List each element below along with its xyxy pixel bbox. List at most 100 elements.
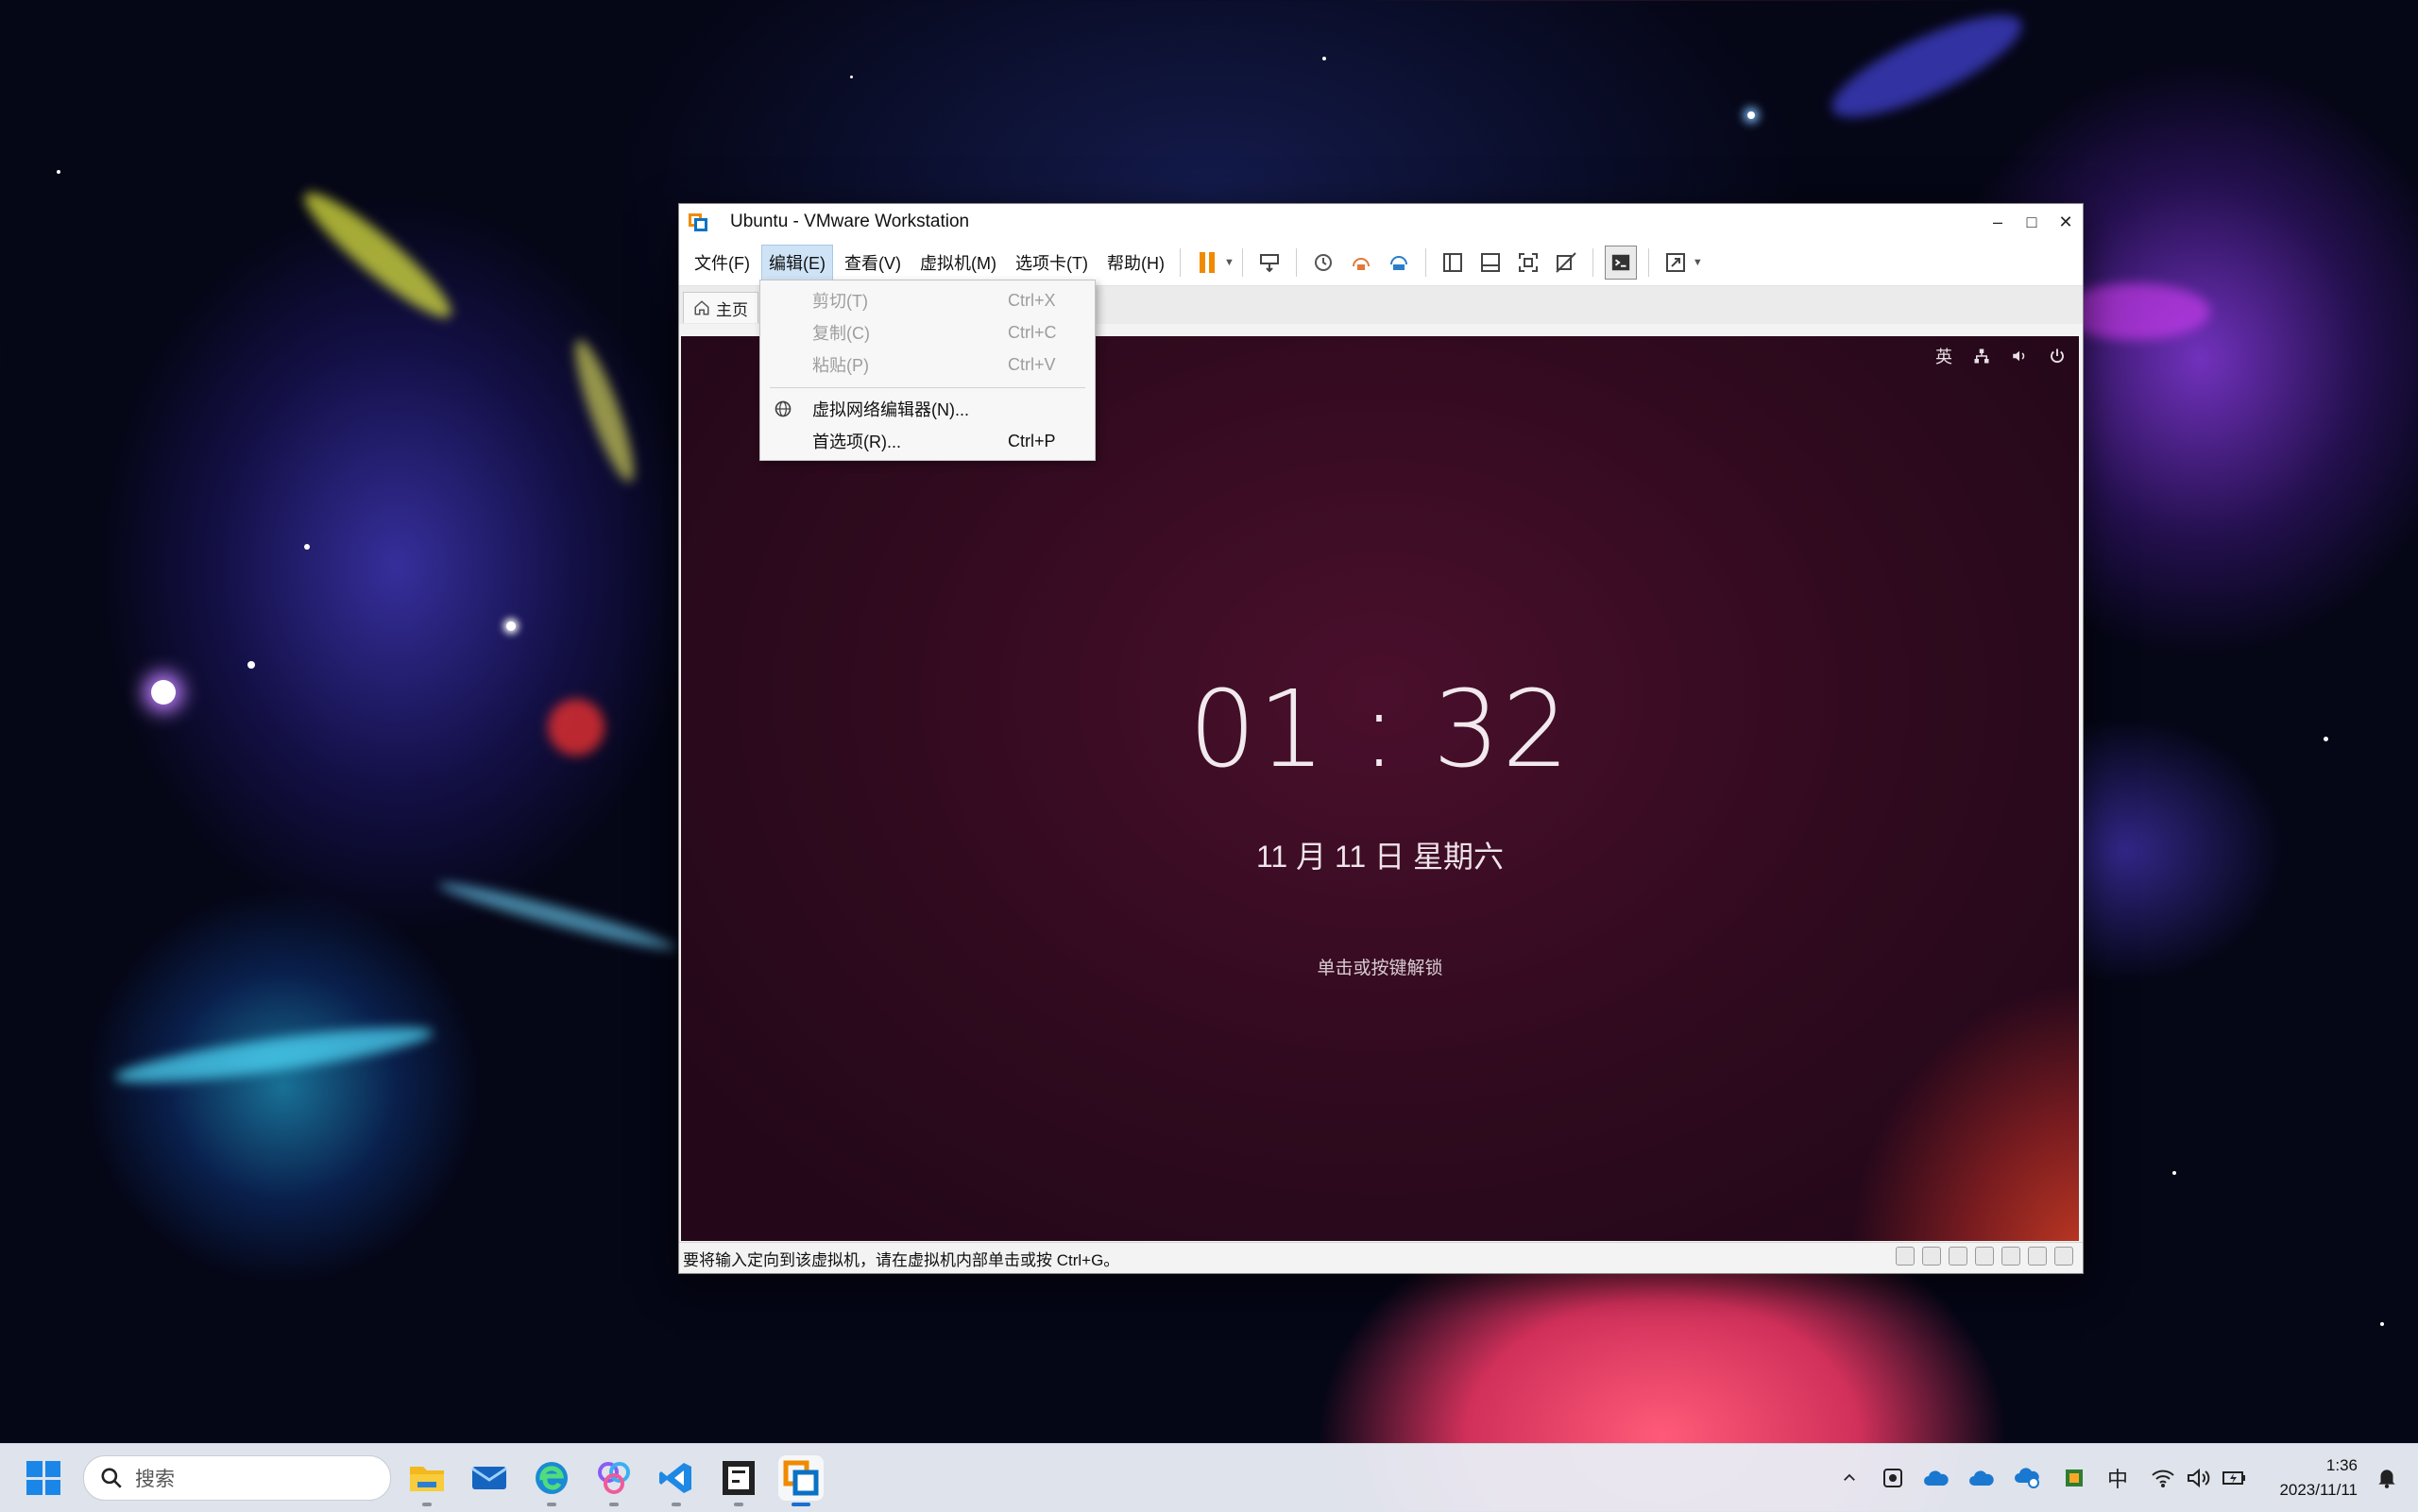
ide-app[interactable] xyxy=(716,1455,761,1506)
menu-tabs[interactable]: 选项卡(T) xyxy=(1008,245,1096,280)
running-indicator xyxy=(734,1503,743,1506)
menu-edit[interactable]: 编辑(E) xyxy=(760,245,833,280)
chevron-down-icon[interactable]: ▼ xyxy=(1693,257,1703,268)
screen-capture-icon xyxy=(1883,1469,1902,1487)
fullscreen-icon xyxy=(1518,253,1538,272)
unity-button[interactable] xyxy=(1551,246,1581,279)
window-title: Ubuntu - VMware Workstation xyxy=(730,212,970,231)
full-screen-button[interactable] xyxy=(1513,246,1543,279)
running-indicator xyxy=(609,1503,619,1506)
tab-home[interactable]: 主页 xyxy=(683,292,758,323)
menu-item-virtual-network-editor[interactable]: 虚拟网络编辑器(N)... xyxy=(760,393,1095,425)
menu-file[interactable]: 文件(F) xyxy=(687,245,758,280)
wallpaper-star xyxy=(850,76,853,78)
revert-snapshot-button[interactable] xyxy=(1346,246,1376,279)
clock-hour: 01 xyxy=(1188,669,1328,791)
menu-view[interactable]: 查看(V) xyxy=(837,245,909,280)
wallpaper-star xyxy=(2380,1322,2384,1326)
tray-app-icon[interactable] xyxy=(2059,1457,2089,1499)
show-hidden-icons-button[interactable] xyxy=(1836,1457,1863,1499)
photos-app[interactable] xyxy=(591,1455,637,1506)
sound-card-icon[interactable] xyxy=(2001,1247,2020,1266)
vmware-workstation-app[interactable] xyxy=(778,1455,824,1506)
edit-menu-dropdown: 剪切(T) Ctrl+X 复制(C) Ctrl+C 粘贴(P) Ctrl+V 虚… xyxy=(759,280,1096,461)
volume-tray[interactable] xyxy=(2184,1457,2214,1499)
status-bar: 要将输入定向到该虚拟机，请在虚拟机内部单击或按 Ctrl+G。 xyxy=(679,1242,2083,1273)
unlock-hint: 单击或按键解锁 xyxy=(1317,959,1443,978)
wallpaper-glow xyxy=(565,334,644,487)
input-method-indicator[interactable]: 英 xyxy=(1935,344,1952,368)
wifi-icon xyxy=(2152,1470,2174,1487)
folder-icon xyxy=(410,1467,444,1491)
device-status-icons xyxy=(1896,1247,2073,1266)
ime-indicator[interactable]: 中 xyxy=(2103,1457,2133,1499)
menu-item-paste[interactable]: 粘贴(P) Ctrl+V xyxy=(760,348,1095,381)
guest-screen[interactable]: 英 01:32 11 月 11 日 星期六 单击或按键解锁 xyxy=(681,336,2079,1241)
wallpaper-star xyxy=(247,661,255,669)
start-button[interactable] xyxy=(26,1461,60,1495)
wifi-tray[interactable] xyxy=(2148,1457,2178,1499)
show-library-button[interactable] xyxy=(1438,246,1468,279)
menu-item-shortcut: Ctrl+V xyxy=(1008,354,1056,374)
snapshot-manager-icon xyxy=(1389,256,1407,270)
maximize-button[interactable]: □ xyxy=(2015,204,2049,240)
close-button[interactable]: ✕ xyxy=(2049,204,2083,240)
system-clock[interactable]: 1:36 2023/11/11 xyxy=(2279,1453,2358,1503)
wallpaper-star xyxy=(2324,737,2328,741)
wallpaper-glow xyxy=(1820,0,2034,136)
snapshot-button[interactable] xyxy=(1308,246,1338,279)
notification-bell-icon[interactable] xyxy=(2375,1465,2399,1489)
tab-home-label: 主页 xyxy=(716,300,748,319)
clock-separator: : xyxy=(1361,669,1399,791)
menu-item-cut[interactable]: 剪切(T) Ctrl+X xyxy=(760,284,1095,316)
network-adapter-icon[interactable] xyxy=(1949,1247,1967,1266)
tray-app-icon[interactable] xyxy=(1878,1457,1908,1499)
menu-item-label: 复制(C) xyxy=(812,324,870,343)
vscode-app[interactable] xyxy=(654,1455,699,1506)
volume-icon[interactable] xyxy=(2011,348,2028,365)
file-explorer-app[interactable] xyxy=(404,1455,450,1506)
menu-vm[interactable]: 虚拟机(M) xyxy=(912,245,1004,280)
menu-divider xyxy=(770,387,1085,388)
menu-help[interactable]: 帮助(H) xyxy=(1099,245,1172,280)
mail-app[interactable] xyxy=(467,1455,512,1501)
send-ctrl-alt-del-button[interactable] xyxy=(1254,246,1285,279)
search-icon xyxy=(101,1468,122,1488)
onedrive-tray[interactable] xyxy=(1921,1457,1951,1499)
snapshot-icon xyxy=(1314,254,1332,271)
power-icon[interactable] xyxy=(2049,348,2066,365)
cd-dvd-icon[interactable] xyxy=(1922,1247,1941,1266)
printer-icon[interactable] xyxy=(1975,1247,1994,1266)
clock-minute: 32 xyxy=(1432,669,1572,791)
cloud-icon xyxy=(1969,1470,1994,1486)
speaker-icon xyxy=(2188,1468,2210,1488)
lock-screen-clock: 01:32 xyxy=(681,669,2079,791)
onedrive-tray[interactable] xyxy=(1967,1457,1997,1499)
stretch-guest-button[interactable] xyxy=(1660,246,1691,279)
network-icon[interactable] xyxy=(1973,348,1990,365)
battery-tray[interactable] xyxy=(2220,1457,2250,1499)
menu-item-preferences[interactable]: 首选项(R)... Ctrl+P xyxy=(760,425,1095,457)
vscode-icon xyxy=(659,1463,691,1493)
bottom-panel-icon xyxy=(1480,253,1500,272)
clock-time: 1:36 xyxy=(2325,1456,2358,1474)
hard-disk-icon[interactable] xyxy=(1896,1247,1915,1266)
title-bar[interactable]: Ubuntu - VMware Workstation – □ ✕ xyxy=(679,204,2083,240)
usb-icon[interactable] xyxy=(2028,1247,2047,1266)
console-view-button[interactable] xyxy=(1604,246,1637,280)
show-thumbnail-bar-button[interactable] xyxy=(1475,246,1506,279)
menu-item-copy[interactable]: 复制(C) Ctrl+C xyxy=(760,316,1095,348)
wallpaper-glow xyxy=(112,1016,435,1094)
globe-icon xyxy=(775,400,792,417)
minimize-button[interactable]: – xyxy=(1981,204,2015,240)
stretch-icon xyxy=(1665,253,1685,272)
edge-browser-app[interactable] xyxy=(529,1455,574,1506)
taskbar-search[interactable]: 搜索 xyxy=(83,1455,391,1501)
wallpaper-glow xyxy=(548,699,604,756)
suspend-button[interactable] xyxy=(1192,246,1222,279)
chevron-down-icon[interactable]: ▼ xyxy=(1224,257,1235,268)
message-log-icon[interactable] xyxy=(2054,1247,2073,1266)
clock-date: 2023/11/11 xyxy=(2279,1481,2358,1499)
onedrive-sync-tray[interactable] xyxy=(2012,1457,2042,1499)
snapshot-manager-button[interactable] xyxy=(1384,246,1414,279)
